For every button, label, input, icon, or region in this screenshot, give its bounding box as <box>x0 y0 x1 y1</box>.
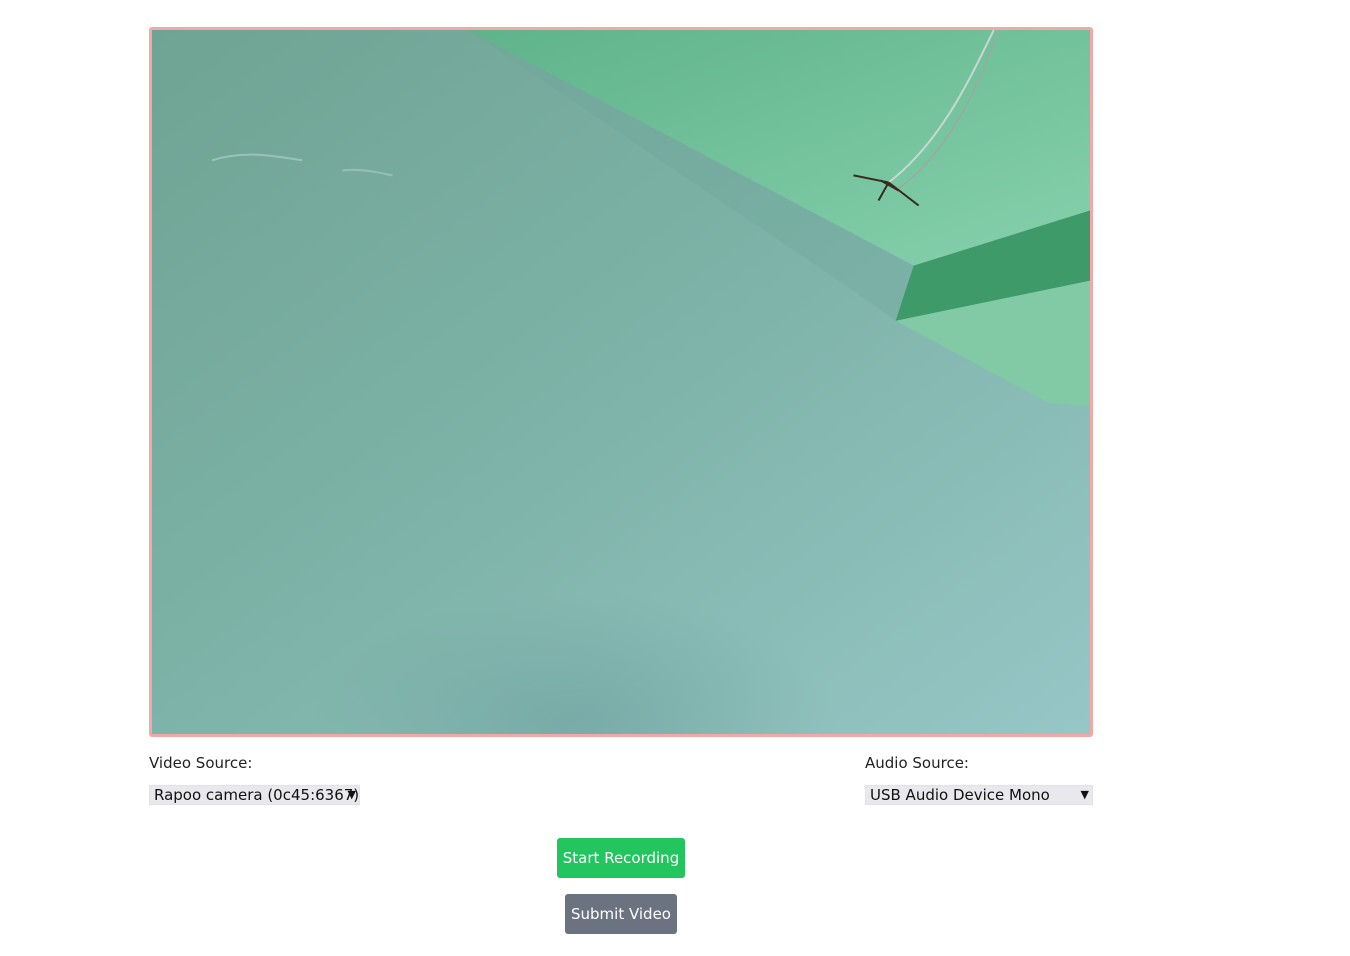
audio-source-select[interactable]: USB Audio Device Mono ▼ <box>865 785 1093 805</box>
submit-video-button[interactable]: Submit Video <box>565 894 677 934</box>
audio-source-value: USB Audio Device Mono <box>870 786 1050 804</box>
video-source-select[interactable]: Rapoo camera (0c45:6367) ▼ <box>149 785 360 805</box>
start-recording-button[interactable]: Start Recording <box>557 838 685 878</box>
camera-preview <box>149 27 1093 737</box>
audio-source-label: Audio Source: <box>865 754 969 772</box>
camera-feed-image <box>152 30 1090 734</box>
chevron-down-icon: ▼ <box>1080 788 1089 801</box>
recorder-page: Video Source: Rapoo camera (0c45:6367) ▼… <box>0 0 1350 956</box>
chevron-down-icon: ▼ <box>347 788 356 801</box>
video-source-value: Rapoo camera (0c45:6367) <box>154 786 360 804</box>
video-source-label: Video Source: <box>149 754 253 772</box>
